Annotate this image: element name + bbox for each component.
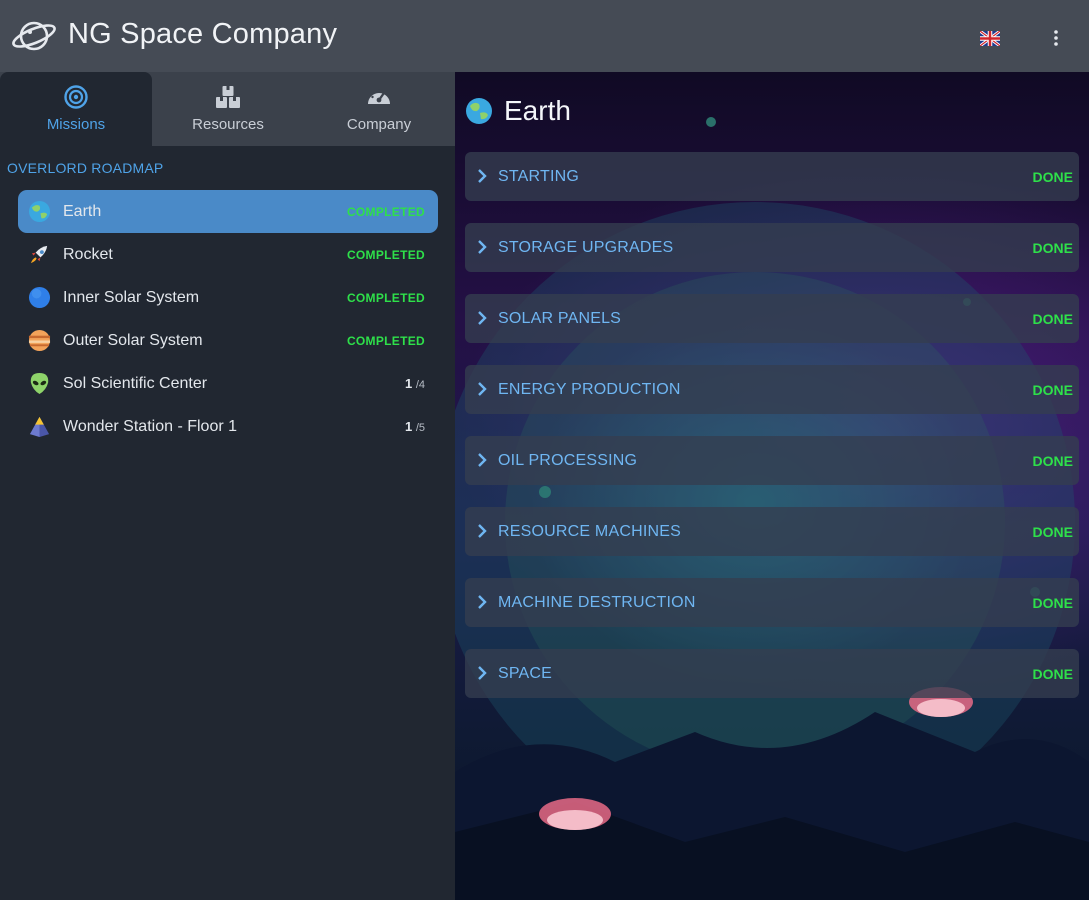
- page-title: Earth: [504, 95, 571, 126]
- section-energy-production[interactable]: ENERGY PRODUCTION DONE: [465, 365, 1079, 414]
- status-badge: DONE: [1032, 239, 1073, 256]
- app-title: NG Space Company: [68, 18, 338, 50]
- mission-item-outer-solar-system[interactable]: Outer Solar System COMPLETED: [18, 319, 438, 362]
- tab-company[interactable]: Company: [303, 72, 455, 146]
- target-icon: [64, 85, 88, 109]
- mission-detail-panel: Earth STARTING DONE STORAGE UPGRADES DON…: [455, 72, 1089, 900]
- status-badge: DONE: [1032, 594, 1073, 611]
- mission-progress: 1 /4: [404, 376, 425, 391]
- mission-item-wonder-station[interactable]: Wonder Station - Floor 1 1 /5: [18, 405, 438, 448]
- earth-icon: [466, 98, 492, 124]
- mission-item-sol-scientific-center[interactable]: Sol Scientific Center 1 /4: [18, 362, 438, 405]
- mission-list: Earth COMPLETED Rocket COMPLETED Inner S…: [18, 190, 438, 448]
- tab-company-label: Company: [346, 116, 412, 133]
- section-list: STARTING DONE STORAGE UPGRADES DONE SOLA…: [465, 152, 1079, 720]
- boxes-icon: [216, 86, 240, 108]
- status-badge: DONE: [1032, 381, 1073, 398]
- tab-resources[interactable]: Resources: [152, 72, 304, 146]
- section-storage-upgrades[interactable]: STORAGE UPGRADES DONE: [465, 223, 1079, 272]
- uk-flag-icon[interactable]: [980, 31, 1000, 46]
- mission-item-rocket[interactable]: Rocket COMPLETED: [18, 233, 438, 276]
- pyramid-icon: [29, 416, 50, 438]
- chevron-right-icon: [478, 453, 487, 467]
- chevron-right-icon: [478, 524, 487, 538]
- earth-icon: [28, 200, 51, 223]
- tab-bar: Missions Resources Company: [0, 72, 455, 146]
- chevron-right-icon: [478, 169, 487, 183]
- section-label: RESOURCE MACHINES: [498, 522, 681, 540]
- mission-label: Inner Solar System: [63, 288, 200, 306]
- section-label: SOLAR PANELS: [498, 309, 622, 327]
- alien-icon: [30, 372, 49, 395]
- section-label: MACHINE DESTRUCTION: [498, 593, 696, 611]
- tab-resources-label: Resources: [192, 116, 264, 133]
- section-label: STARTING: [498, 167, 580, 185]
- section-label: SPACE: [498, 664, 553, 682]
- section-label: ENERGY PRODUCTION: [498, 380, 681, 398]
- planet-logo-icon: [12, 21, 56, 51]
- status-badge: COMPLETED: [346, 333, 425, 348]
- mission-label: Rocket: [63, 245, 113, 263]
- mission-label: Wonder Station - Floor 1: [63, 417, 238, 435]
- mission-label: Earth: [63, 202, 102, 220]
- mission-item-inner-solar-system[interactable]: Inner Solar System COMPLETED: [18, 276, 438, 319]
- section-machine-destruction[interactable]: MACHINE DESTRUCTION DONE: [465, 578, 1079, 627]
- chevron-right-icon: [478, 240, 487, 254]
- section-resource-machines[interactable]: RESOURCE MACHINES DONE: [465, 507, 1079, 556]
- section-solar-panels[interactable]: SOLAR PANELS DONE: [465, 294, 1079, 343]
- section-title: OVERLORD ROADMAP: [7, 160, 164, 176]
- top-bar: NG Space Company: [0, 0, 1089, 72]
- tab-missions-label: Missions: [46, 116, 106, 133]
- chevron-right-icon: [478, 382, 487, 396]
- status-badge: DONE: [1032, 168, 1073, 185]
- jupiter-icon: [28, 329, 51, 352]
- mission-label: Sol Scientific Center: [63, 374, 208, 392]
- chevron-right-icon: [478, 595, 487, 609]
- rocket-icon: [30, 245, 48, 264]
- status-badge: COMPLETED: [346, 204, 425, 219]
- chevron-right-icon: [478, 311, 487, 325]
- section-label: OIL PROCESSING: [498, 451, 638, 469]
- status-badge: DONE: [1032, 310, 1073, 327]
- status-badge: DONE: [1032, 523, 1073, 540]
- tab-missions[interactable]: Missions: [0, 72, 152, 146]
- blue-planet-icon: [28, 286, 51, 309]
- mission-progress: 1 /5: [404, 419, 425, 434]
- status-badge: COMPLETED: [346, 247, 425, 262]
- status-badge: COMPLETED: [346, 290, 425, 305]
- chevron-right-icon: [478, 666, 487, 680]
- mission-item-earth[interactable]: Earth COMPLETED: [18, 190, 438, 233]
- status-badge: DONE: [1032, 452, 1073, 469]
- vertical-dots-icon[interactable]: [1050, 28, 1062, 48]
- section-oil-processing[interactable]: OIL PROCESSING DONE: [465, 436, 1079, 485]
- sidebar: Missions Resources Company OVERLORD ROAD…: [0, 72, 455, 900]
- gauge-icon: [368, 89, 390, 104]
- mission-label: Outer Solar System: [63, 331, 203, 349]
- section-space[interactable]: SPACE DONE: [465, 649, 1079, 698]
- status-badge: DONE: [1032, 665, 1073, 682]
- section-label: STORAGE UPGRADES: [498, 238, 674, 256]
- section-starting[interactable]: STARTING DONE: [465, 152, 1079, 201]
